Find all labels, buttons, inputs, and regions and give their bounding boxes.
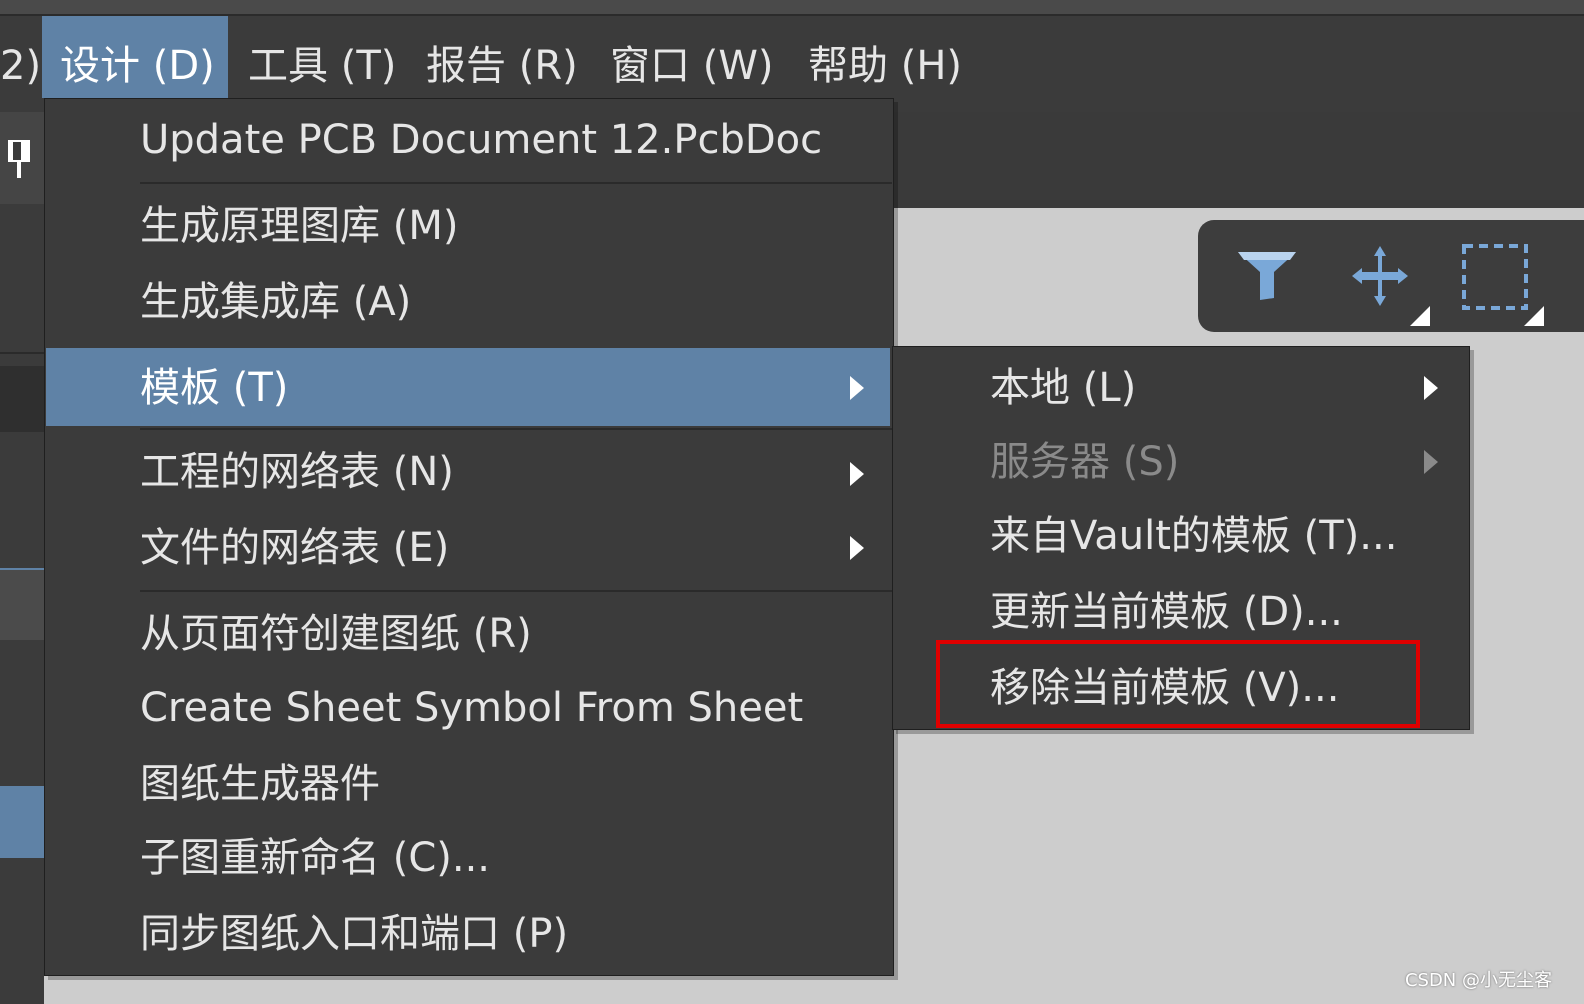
menu-item-sheet-to-component[interactable]: 图纸生成器件 xyxy=(140,754,380,814)
move-icon[interactable] xyxy=(1348,244,1438,328)
submenu-arrow-icon xyxy=(850,376,864,400)
menu-item-make-schlib[interactable]: 生成原理图库 (M) xyxy=(140,196,458,256)
title-bar xyxy=(0,0,1584,16)
submenu-item-server: 服务器 (S) xyxy=(990,439,1180,485)
toolbar-strip xyxy=(892,112,1584,208)
panel-row[interactable] xyxy=(0,568,44,640)
menu-item-document-netlist[interactable]: 文件的网络表 (E) xyxy=(140,518,449,578)
select-rectangle-icon[interactable] xyxy=(1460,242,1550,328)
menu-item-update-pcb[interactable]: Update PCB Document 12.PcbDoc xyxy=(140,110,822,170)
menu-separator xyxy=(140,182,892,184)
submenu-item-update-template[interactable]: 更新当前模板 (D)... xyxy=(990,582,1343,642)
pin-icon[interactable] xyxy=(4,138,34,180)
submenu-item-local[interactable]: 本地 (L) xyxy=(990,358,1136,418)
filter-icon[interactable] xyxy=(1236,248,1298,304)
menu-item-symbol-from-sheet[interactable]: Create Sheet Symbol From Sheet xyxy=(140,678,803,738)
menu-reports[interactable]: 报告 (R) xyxy=(426,16,578,98)
panel-divider xyxy=(0,352,44,354)
panel-row[interactable] xyxy=(0,366,44,432)
menu-item-make-intlib[interactable]: 生成集成库 (A) xyxy=(140,272,411,332)
menu-window[interactable]: 窗口 (W) xyxy=(610,16,773,98)
menu-partial-item[interactable]: 2) xyxy=(0,16,41,98)
menu-help[interactable]: 帮助 (H) xyxy=(808,16,962,98)
menu-item-sheet-from-symbol[interactable]: 从页面符创建图纸 (R) xyxy=(140,604,532,664)
submenu-arrow-icon xyxy=(1424,450,1438,474)
menu-separator xyxy=(140,428,892,430)
menu-item-rename-child-sheet[interactable]: 子图重新命名 (C)... xyxy=(140,828,490,888)
red-callout-box xyxy=(936,640,1420,728)
menu-tools[interactable]: 工具 (T) xyxy=(248,16,396,98)
menu-separator xyxy=(140,590,892,592)
menu-item-project-netlist[interactable]: 工程的网络表 (N) xyxy=(140,442,454,502)
menu-item-sync-sheet-entries[interactable]: 同步图纸入口和端口 (P) xyxy=(140,904,568,964)
panel-row-selected[interactable] xyxy=(0,786,44,858)
submenu-arrow-icon xyxy=(850,536,864,560)
left-panel xyxy=(0,112,44,1004)
submenu-item-vault-templates[interactable]: 来自Vault的模板 (T)... xyxy=(990,506,1397,566)
menu-item-templates[interactable]: 模板 (T) xyxy=(140,358,288,418)
submenu-arrow-icon xyxy=(850,462,864,486)
menu-design[interactable]: 设计 (D) xyxy=(42,16,228,98)
watermark: CSDN @小无尘客 xyxy=(1404,970,1552,991)
submenu-arrow-icon xyxy=(1424,376,1438,400)
